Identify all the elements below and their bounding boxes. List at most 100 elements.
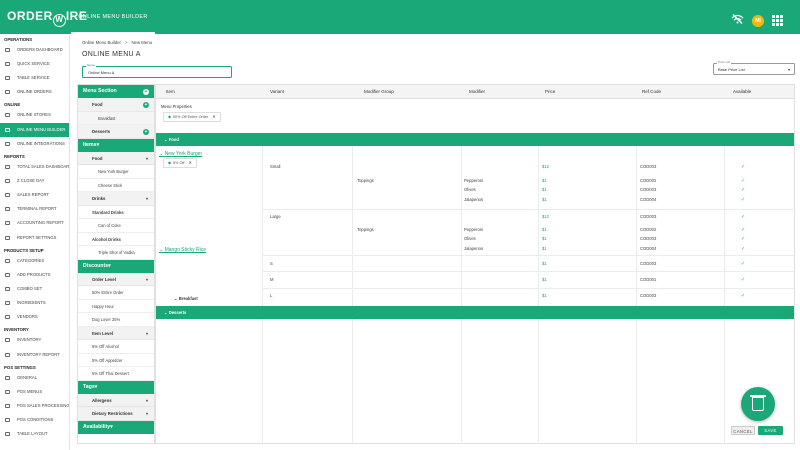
ref-code-cell[interactable]: COD003: [640, 236, 656, 241]
check-icon[interactable]: ✓: [741, 246, 745, 252]
check-icon[interactable]: ✓: [741, 178, 745, 184]
sidebar-item-general[interactable]: GENERAL: [0, 371, 69, 385]
sidebar-item-table-layout[interactable]: TABLE LAYOUT: [0, 427, 69, 441]
check-icon[interactable]: ✓: [741, 187, 745, 193]
modifier-cell[interactable]: Jalapenos: [464, 197, 483, 202]
cancel-button[interactable]: CANCEL: [731, 426, 755, 435]
sidebar-item-quick-service[interactable]: QUICK SERVICE: [0, 57, 69, 71]
variant-cell[interactable]: Small: [270, 164, 280, 169]
sidebar-item-add-products[interactable]: ADD PRODUCTS: [0, 268, 69, 282]
sidebar-item-pos-sales-processing[interactable]: POS SALES PROCESSING: [0, 399, 69, 413]
price-cell[interactable]: $1: [542, 197, 547, 202]
breadcrumb-parent[interactable]: Online Menu Builder: [82, 40, 121, 45]
section-breakfast[interactable]: ⌄ Breakfast: [174, 296, 198, 301]
panel-group[interactable]: Order Level ▾: [78, 272, 154, 287]
sidebar-item-terminal-report[interactable]: TERMINAL REPORT: [0, 202, 69, 216]
ref-code-cell[interactable]: COD004: [640, 197, 656, 202]
sidebar-item-sales-report[interactable]: SALES REPORT: [0, 188, 69, 202]
close-icon[interactable]: ✕: [212, 115, 215, 119]
panel-header-tags[interactable]: Tags▾: [78, 380, 154, 394]
item-new-york-burger[interactable]: ⌄ New York Burger: [159, 151, 202, 157]
check-icon[interactable]: ✓: [741, 197, 745, 203]
panel-group[interactable]: Item Level ▾: [78, 326, 154, 340]
panel-group[interactable]: Food ▾: [78, 151, 154, 165]
menu-discount-chip[interactable]: ◆ 50% Off Entire Order ✕: [163, 112, 221, 122]
check-icon[interactable]: ✓: [741, 236, 745, 242]
ref-code-cell[interactable]: COD003: [640, 293, 656, 298]
price-cell[interactable]: $1: [542, 277, 547, 282]
check-icon[interactable]: ✓: [741, 261, 745, 267]
panel-row[interactable]: Happy Hour: [78, 300, 154, 313]
modifier-cell[interactable]: Olives: [464, 187, 476, 192]
chevron-down-icon[interactable]: ▾: [146, 407, 148, 421]
panel-row[interactable]: 5% Off Alcohol: [78, 340, 154, 354]
panel-group[interactable]: Standard Drinks: [78, 206, 154, 219]
close-icon[interactable]: ✕: [188, 161, 191, 165]
price-cell[interactable]: $1: [542, 261, 547, 266]
panel-row[interactable]: 50% Entire Order: [78, 286, 154, 300]
panel-group[interactable]: Dietary Restrictions ▾: [78, 407, 154, 421]
panel-header-menu-section[interactable]: Menu Section +: [78, 85, 154, 98]
panel-row[interactable]: New York Burger: [78, 165, 154, 179]
ref-code-cell[interactable]: COD003: [640, 214, 656, 219]
plus-icon[interactable]: +: [143, 101, 149, 108]
sidebar-item-z-close-day[interactable]: Z CLOSE DAY: [0, 174, 69, 188]
sidebar-item-inventory[interactable]: INVENTORY: [0, 333, 69, 347]
variant-cell[interactable]: S: [270, 261, 273, 266]
ref-code-cell[interactable]: COD003: [640, 261, 656, 266]
menu-name-value[interactable]: Online Menu A: [88, 70, 114, 75]
modifier-cell[interactable]: Pepperoni: [464, 227, 483, 232]
sidebar-item-table-service[interactable]: TABLE SERVICE: [0, 71, 69, 85]
panel-header-discounts[interactable]: Discounts▾: [78, 259, 154, 273]
sidebar-item-online-menu-builder[interactable]: ONLINE MENU BUILDER: [0, 122, 69, 137]
chevron-down-icon[interactable]: ▾: [95, 384, 98, 390]
ref-code-cell[interactable]: COD001: [640, 277, 656, 282]
tab-online-menu-builder[interactable]: ONLINE MENU BUILDER: [71, 0, 155, 34]
panel-header-items[interactable]: Items▾: [78, 138, 154, 152]
plus-icon[interactable]: +: [143, 128, 149, 135]
ref-code-cell[interactable]: COD004: [640, 246, 656, 251]
check-icon[interactable]: ✓: [741, 214, 745, 220]
sidebar-item-online-stores[interactable]: ONLINE STORES: [0, 108, 69, 122]
chevron-down-icon[interactable]: ▾: [146, 394, 148, 408]
item-discount-chip[interactable]: ◆ 5% Off ✕: [163, 158, 197, 168]
sidebar-item-categories[interactable]: CATEGORIES: [0, 254, 69, 268]
sidebar-item-ingredients[interactable]: INGREDIENTS: [0, 296, 69, 310]
check-icon[interactable]: ✓: [741, 277, 745, 283]
panel-row[interactable]: Can of Coke: [78, 219, 154, 233]
chevron-down-icon[interactable]: ▾: [146, 273, 148, 287]
panel-row[interactable]: Triple Shot of Vodka: [78, 246, 154, 260]
modifier-group-cell[interactable]: Toppings: [357, 178, 374, 183]
price-cell[interactable]: $1: [542, 227, 547, 232]
price-cell[interactable]: $1: [542, 178, 547, 183]
check-icon[interactable]: ✓: [741, 227, 745, 233]
check-icon[interactable]: ✓: [741, 164, 745, 170]
sidebar-item-vendors[interactable]: VENDORS: [0, 310, 69, 324]
price-cell[interactable]: $12: [542, 214, 549, 219]
price-cell[interactable]: $1: [542, 246, 547, 251]
sidebar-item-online-orders[interactable]: ONLINE ORDERS: [0, 85, 69, 99]
chevron-down-icon[interactable]: ▾: [108, 263, 111, 269]
user-avatar[interactable]: MI: [752, 15, 764, 27]
delete-fab-button[interactable]: [741, 387, 775, 421]
sidebar-item-total-sales-dashboard[interactable]: TOTAL SALES DASHBOARD: [0, 160, 69, 174]
sidebar-item-pos-conditions[interactable]: POS CONDITIONS: [0, 413, 69, 427]
panel-row[interactable]: 5% Off Thai Dessert: [78, 367, 154, 381]
panel-group[interactable]: Allergens ▾: [78, 393, 154, 408]
panel-group[interactable]: Food +: [78, 98, 154, 112]
variant-cell[interactable]: L: [270, 293, 272, 298]
variant-cell[interactable]: M: [270, 277, 274, 282]
section-band-food[interactable]: ⌄ Food: [156, 133, 794, 146]
panel-row[interactable]: Breakfast: [78, 111, 154, 125]
item-mango-sticky-rice[interactable]: ⌄ Mango Sticky Rice: [159, 247, 206, 253]
modifier-cell[interactable]: Olives: [464, 236, 476, 241]
sidebar-item-accounting-report[interactable]: ACCOUNTING REPORT: [0, 216, 69, 230]
plus-icon[interactable]: +: [143, 88, 149, 95]
panel-header-availability[interactable]: Availability▾: [78, 420, 154, 434]
save-button[interactable]: SAVE: [758, 426, 783, 435]
modifier-group-cell[interactable]: Toppings: [357, 227, 374, 232]
price-cell[interactable]: $12: [542, 164, 549, 169]
check-icon[interactable]: ✓: [741, 293, 745, 299]
ref-code-cell[interactable]: COD003: [640, 164, 656, 169]
price-cell[interactable]: $1: [542, 293, 547, 298]
